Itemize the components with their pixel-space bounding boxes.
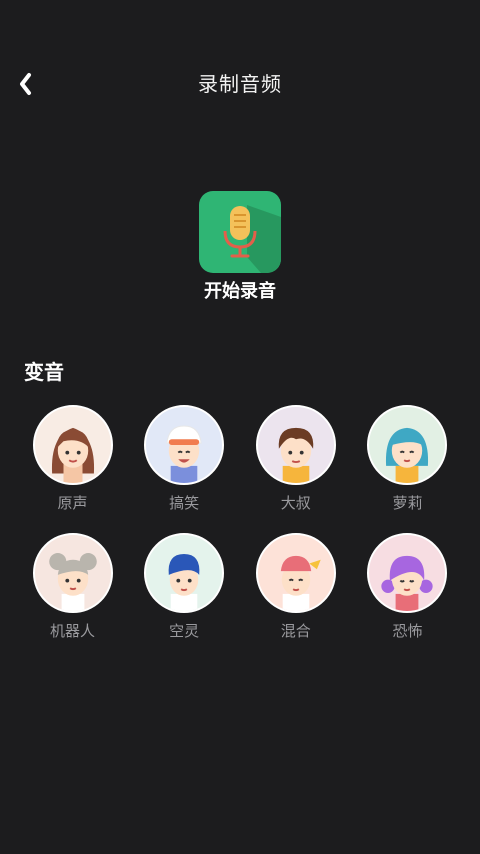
header: 录制音频 <box>0 56 480 112</box>
start-record-label: 开始录音 <box>204 281 276 302</box>
voice-horror[interactable]: 恐怖 <box>352 533 463 641</box>
voice-label: 空灵 <box>169 622 200 640</box>
girl-purple-hair-avatar-icon <box>381 555 434 611</box>
voice-effect-grid: 原声 搞笑 大叔 萝莉 机器人 空灵 混合 恐怖 <box>17 405 463 661</box>
avatar <box>144 533 225 613</box>
voice-change-title: 变音 <box>24 360 64 384</box>
girl-blue-hair-avatar-icon <box>386 427 429 483</box>
voice-mix[interactable]: 混合 <box>240 533 351 641</box>
boy-blue-hair-avatar-icon <box>168 554 200 611</box>
voice-row: 原声 搞笑 大叔 萝莉 <box>17 405 463 513</box>
boy-bandana-avatar-icon <box>280 555 321 611</box>
avatar <box>367 533 448 613</box>
avatar <box>255 533 336 613</box>
voice-original[interactable]: 原声 <box>17 405 128 513</box>
man-avatar-icon <box>278 427 314 483</box>
page-title: 录制音频 <box>198 72 282 96</box>
voice-label: 恐怖 <box>392 622 423 640</box>
boy-cap-avatar-icon <box>166 425 202 483</box>
girl-buns-avatar-icon <box>48 553 97 611</box>
avatar <box>367 405 448 485</box>
voice-label: 搞笑 <box>169 494 200 512</box>
start-record-button[interactable]: 开始录音 <box>198 191 282 303</box>
voice-label: 大叔 <box>280 494 311 512</box>
microphone-icon <box>199 191 281 273</box>
voice-funny[interactable]: 搞笑 <box>129 405 240 513</box>
avatar <box>32 533 113 613</box>
voice-uncle[interactable]: 大叔 <box>240 405 351 513</box>
voice-label: 萝莉 <box>392 494 423 512</box>
voice-label: 机器人 <box>49 622 95 640</box>
voice-label: 混合 <box>280 622 311 640</box>
avatar <box>255 405 336 485</box>
girl-avatar-icon <box>51 427 94 483</box>
voice-ethereal[interactable]: 空灵 <box>129 533 240 641</box>
avatar <box>32 405 113 485</box>
voice-label: 原声 <box>57 494 88 512</box>
voice-row: 机器人 空灵 混合 恐怖 <box>17 533 463 641</box>
voice-loli[interactable]: 萝莉 <box>352 405 463 513</box>
avatar <box>144 405 225 485</box>
voice-robot[interactable]: 机器人 <box>17 533 128 641</box>
